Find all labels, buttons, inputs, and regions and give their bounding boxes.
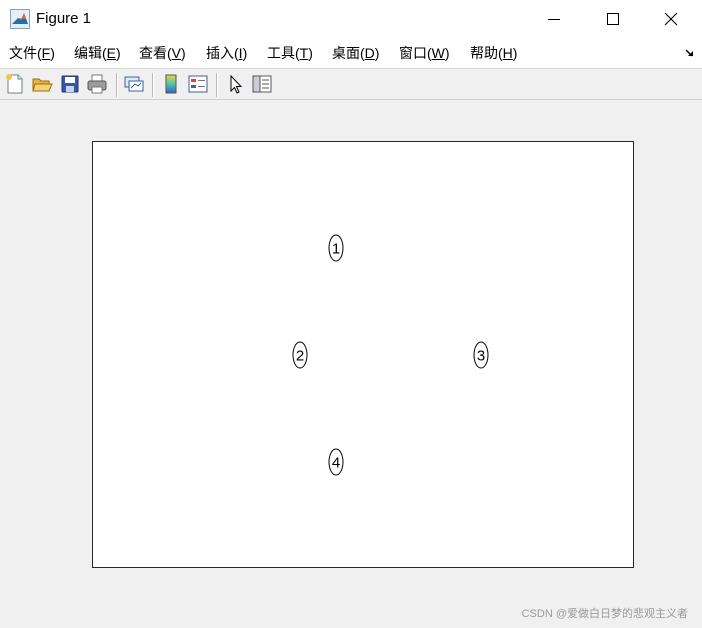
menu-desktop-close-paren: ) (374, 45, 380, 61)
matlab-icon (10, 9, 30, 29)
title-bar[interactable]: Figure 1 (0, 0, 702, 38)
maximize-button[interactable] (583, 0, 641, 38)
menu-file-accel: F (41, 45, 51, 61)
property-inspector-icon[interactable] (251, 73, 273, 95)
menu-window-close-paren: ) (444, 45, 450, 61)
menu-insert-label: 插入( (206, 45, 239, 61)
menu-edit-close-paren: ) (116, 45, 121, 61)
menu-help-accel: H (502, 45, 513, 61)
minimize-button[interactable] (525, 0, 583, 38)
menu-edit-accel: E (106, 45, 117, 61)
menu-file[interactable]: 文件(F) (9, 44, 55, 62)
node-label: 4 (332, 455, 340, 472)
dock-arrow-icon[interactable] (684, 46, 696, 58)
menu-window-accel: W (431, 45, 445, 61)
figure-toolbar (0, 68, 702, 100)
graph-node-1: 1 (328, 234, 344, 262)
menu-bar: 文件(F) 编辑(E) 查看(V) 插入(I) 工具(T) 桌面(D) 窗口(W… (0, 38, 702, 68)
menu-tools[interactable]: 工具(T) (267, 44, 313, 62)
toolbar-separator (116, 73, 118, 97)
watermark-text: CSDN @爱做白日梦的悲观主义者 (521, 608, 688, 620)
graph-node-2: 2 (292, 341, 308, 369)
menu-file-close-paren: ) (50, 45, 55, 61)
menu-edit-label: 编辑( (74, 45, 107, 61)
menu-desktop-accel: D (364, 45, 375, 61)
window-title: Figure 1 (36, 10, 92, 27)
menu-view-close-paren: ) (181, 45, 186, 61)
colorbar-icon[interactable] (160, 73, 182, 95)
menu-tools-label: 工具( (267, 45, 300, 61)
toolbar-separator (216, 73, 218, 97)
menu-view-accel: V (171, 45, 182, 61)
menu-view-label: 查看( (139, 45, 172, 61)
close-button[interactable] (641, 0, 699, 38)
menu-help-close-paren: ) (512, 45, 518, 61)
save-icon[interactable] (59, 73, 81, 95)
graph-node-3: 3 (473, 341, 489, 369)
graph-plot: 1 2 3 4 (292, 234, 489, 476)
figure-canvas[interactable]: 1 2 3 4 CSDN @爱做白日梦的悲观主义者 (0, 100, 702, 628)
new-figure-icon[interactable] (4, 73, 26, 95)
figure-window: Figure 1 文件(F) 编辑(E) 查看(V) 插入(I) 工具(T) 桌… (0, 0, 702, 628)
menu-help[interactable]: 帮助(H) (470, 44, 517, 62)
node-label: 3 (477, 348, 485, 365)
menu-tools-close-paren: ) (308, 45, 313, 61)
menu-insert[interactable]: 插入(I) (206, 44, 247, 62)
menu-file-label: 文件( (9, 45, 42, 61)
menu-desktop[interactable]: 桌面(D) (332, 44, 379, 62)
menu-help-label: 帮助( (470, 45, 503, 61)
toolbar-separator (152, 73, 154, 97)
node-label: 1 (332, 241, 340, 258)
graph-node-4: 4 (328, 448, 344, 476)
menu-insert-close-paren: ) (242, 45, 248, 61)
menu-window-label: 窗口( (399, 45, 432, 61)
menu-tools-accel: T (299, 45, 309, 61)
legend-icon[interactable] (187, 73, 209, 95)
menu-desktop-label: 桌面( (332, 45, 365, 61)
node-label: 2 (296, 348, 304, 365)
open-file-icon[interactable] (31, 73, 53, 95)
plot-axes[interactable]: 1 2 3 4 (92, 141, 634, 568)
link-plot-icon[interactable] (123, 73, 145, 95)
menu-window[interactable]: 窗口(W) (399, 44, 450, 62)
print-icon[interactable] (86, 73, 108, 95)
select-pointer-icon[interactable] (224, 73, 246, 95)
menu-edit[interactable]: 编辑(E) (74, 44, 121, 62)
menu-view[interactable]: 查看(V) (139, 44, 186, 62)
